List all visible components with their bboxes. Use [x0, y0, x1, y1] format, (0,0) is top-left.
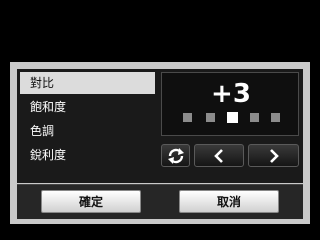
- reset-button[interactable]: [161, 144, 190, 167]
- camera-screen: 對比 飽和度 色調 銳利度 +3 確定 取消: [0, 0, 320, 240]
- value-display: +3: [161, 72, 299, 136]
- chevron-left-icon: [214, 148, 223, 163]
- level-indicator-active: [227, 112, 238, 123]
- cancel-button[interactable]: 取消: [179, 190, 279, 213]
- current-value: +3: [211, 79, 251, 109]
- reset-cycle-icon: [167, 147, 184, 164]
- decrease-button[interactable]: [194, 144, 244, 167]
- menu-item-sharpness[interactable]: 銳利度: [20, 144, 155, 166]
- increase-button[interactable]: [248, 144, 299, 167]
- ok-button[interactable]: 確定: [41, 190, 141, 213]
- level-indicator: [250, 113, 259, 122]
- level-indicator: [183, 113, 192, 122]
- chevron-right-icon: [269, 148, 279, 163]
- menu-item-hue[interactable]: 色調: [20, 120, 155, 142]
- menu-item-contrast[interactable]: 對比: [20, 72, 155, 94]
- level-indicator: [206, 113, 215, 122]
- level-indicator: [271, 113, 280, 122]
- menu-item-saturation[interactable]: 飽和度: [20, 96, 155, 118]
